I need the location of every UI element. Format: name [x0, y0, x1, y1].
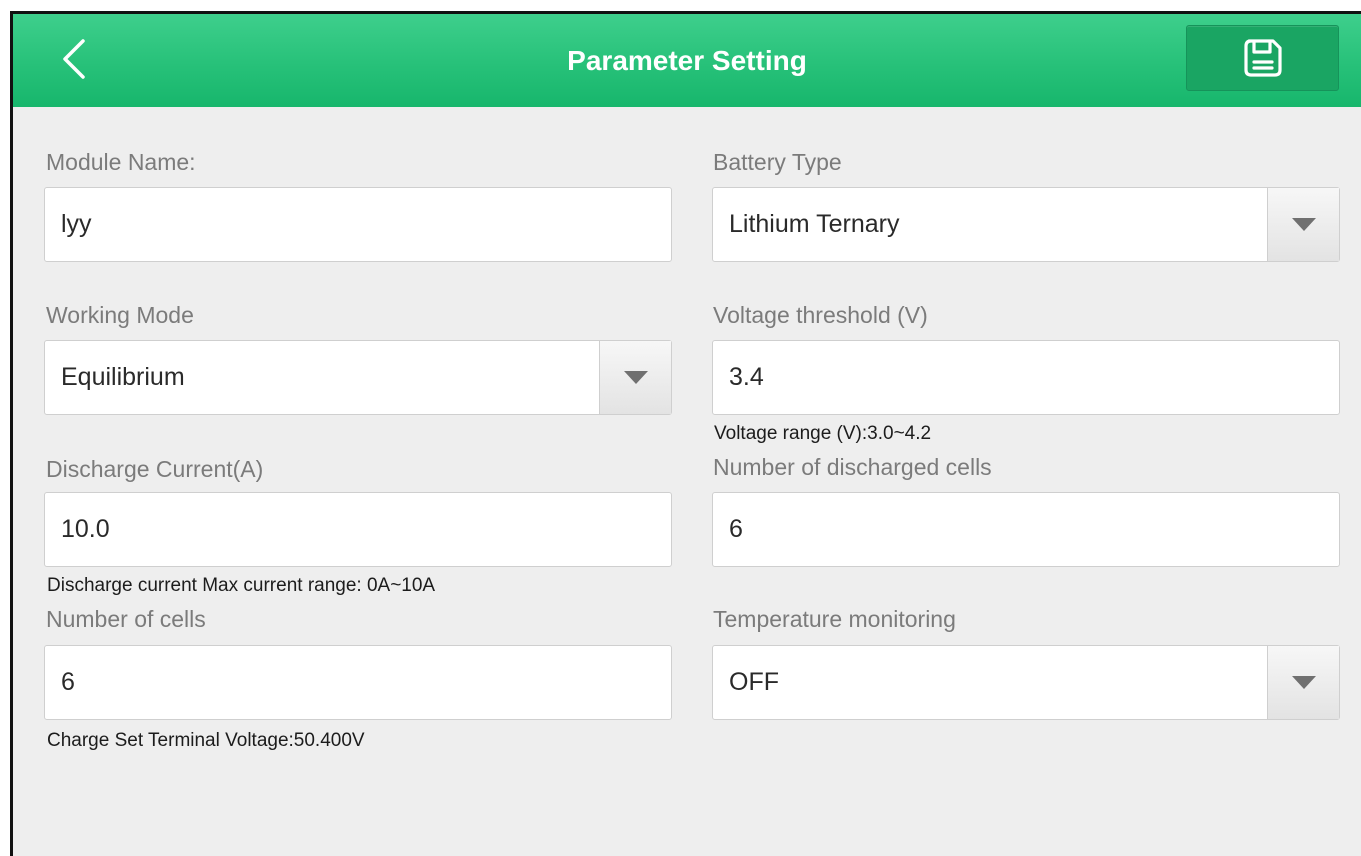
module-name-field[interactable] [44, 187, 672, 262]
working-mode-dropdown-button[interactable] [599, 341, 671, 414]
battery-type-label: Battery Type [713, 149, 842, 175]
discharge-current-input[interactable] [45, 493, 671, 566]
discharged-cells-label: Number of discharged cells [713, 454, 992, 480]
battery-type-dropdown-button[interactable] [1267, 188, 1339, 261]
number-of-cells-field[interactable] [44, 645, 672, 720]
battery-type-value: Lithium Ternary [729, 210, 900, 238]
working-mode-select[interactable]: Equilibrium [44, 340, 672, 415]
temperature-monitoring-value: OFF [729, 668, 779, 696]
app-window: Parameter Setting Module Name: Working M… [10, 11, 1361, 856]
header-bar: Parameter Setting [13, 14, 1361, 107]
number-of-cells-input[interactable] [45, 646, 671, 719]
caret-down-icon [1291, 676, 1316, 689]
working-mode-label: Working Mode [46, 302, 194, 328]
working-mode-value: Equilibrium [61, 363, 185, 391]
charge-terminal-voltage-note: Charge Set Terminal Voltage:50.400V [47, 730, 365, 751]
battery-type-select[interactable]: Lithium Ternary [712, 187, 1340, 262]
page-title: Parameter Setting [567, 45, 807, 76]
module-name-label: Module Name: [46, 149, 196, 175]
voltage-range-note: Voltage range (V):3.0~4.2 [714, 423, 932, 444]
discharged-cells-field[interactable] [712, 492, 1340, 567]
module-name-input[interactable] [45, 188, 671, 261]
save-button[interactable] [1186, 25, 1339, 91]
temperature-monitoring-label: Temperature monitoring [713, 606, 956, 632]
discharged-cells-input[interactable] [713, 493, 1339, 566]
voltage-threshold-field[interactable] [712, 340, 1340, 415]
temperature-monitoring-select[interactable]: OFF [712, 645, 1340, 720]
number-of-cells-label: Number of cells [46, 606, 206, 632]
discharge-current-field[interactable] [44, 492, 672, 567]
temperature-monitoring-dropdown-button[interactable] [1267, 646, 1339, 719]
caret-down-icon [1291, 218, 1316, 231]
caret-down-icon [623, 371, 648, 384]
save-icon [1243, 39, 1282, 77]
voltage-threshold-input[interactable] [713, 341, 1339, 414]
discharge-current-note: Discharge current Max current range: 0A~… [47, 575, 436, 596]
voltage-threshold-label: Voltage threshold (V) [713, 302, 928, 328]
discharge-current-label: Discharge Current(A) [46, 456, 264, 482]
